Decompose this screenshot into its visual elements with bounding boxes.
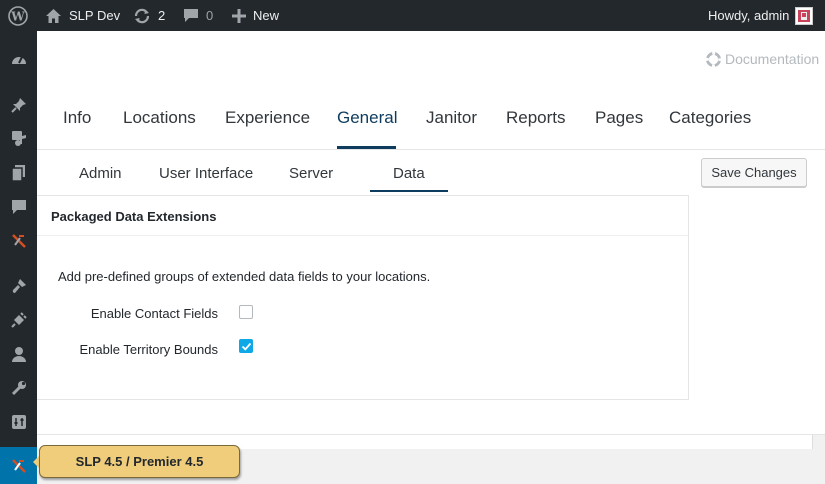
plugin-icon [10,312,27,328]
enable-contact-fields-label: Enable Contact Fields [90,306,218,321]
comments-menu-item[interactable] [0,190,37,224]
version-badge: SLP 4.5 / Premier 4.5 [39,445,240,478]
comments-count: 0 [206,8,214,23]
avatar [795,6,814,25]
section-divider [37,235,688,236]
plus-icon [232,8,246,23]
tab-janitor[interactable]: Janitor [426,108,477,128]
store-locator-current-item[interactable] [0,447,37,484]
save-changes-button[interactable]: Save Changes [701,158,807,187]
top-tabs-divider [37,149,825,150]
howdy-text: Howdy, admin [708,8,790,23]
admin-bar: W SLP Dev 2 0 New Howdy, admin [0,0,825,31]
my-account-link[interactable]: Howdy, admin [708,0,814,31]
new-content-link[interactable]: New [232,0,279,31]
users-menu-item[interactable] [0,337,37,371]
tab-reports[interactable]: Reports [506,108,566,128]
dashboard-menu-item[interactable] [0,43,37,77]
subtab-user-interface[interactable]: User Interface [159,165,253,182]
tab-categories[interactable]: Categories [669,108,751,128]
active-tab-indicator [337,146,396,149]
section-description: Add pre-defined groups of extended data … [58,269,431,284]
wrench-icon [11,381,26,396]
slp-icon [11,458,26,473]
pages-icon [10,165,25,182]
comments-link[interactable]: 0 [183,0,213,31]
svg-text:W: W [10,9,25,23]
lifebuoy-icon [706,51,721,67]
site-name: SLP Dev [69,8,121,23]
tab-general[interactable]: General [337,108,397,128]
updates-link[interactable]: 2 [133,0,165,31]
media-icon [11,131,26,146]
tab-locations[interactable]: Locations [123,108,196,128]
appearance-menu-item[interactable] [0,269,37,303]
documentation-link[interactable]: Documentation [706,51,819,67]
settings-box [37,195,689,400]
pushpin-icon [10,98,26,113]
documentation-label: Documentation [725,51,820,67]
pages-menu-item[interactable] [0,156,37,190]
comments-icon [11,200,26,214]
site-name-link[interactable]: SLP Dev [45,0,120,31]
settings-icon [11,415,26,429]
active-subtab-indicator [370,190,448,192]
subtab-admin[interactable]: Admin [79,165,122,182]
new-label: New [253,8,280,23]
updates-count: 2 [158,8,166,23]
admin-menu [0,31,37,484]
tab-info[interactable]: Info [63,108,91,128]
user-icon [11,347,26,362]
enable-territory-bounds-label: Enable Territory Bounds [79,342,218,357]
dashboard-icon [11,56,26,64]
settings-menu-item[interactable] [0,405,37,439]
media-menu-item[interactable] [0,122,37,156]
comment-icon [184,9,198,22]
enable-contact-fields-checkbox[interactable] [239,305,253,319]
wordpress-logo-icon[interactable]: W [8,0,28,31]
updates-icon [134,8,150,23]
subtab-server[interactable]: Server [289,165,333,182]
section-title: Packaged Data Extensions [51,209,217,224]
tab-experience[interactable]: Experience [225,108,310,128]
home-icon [46,8,61,23]
paintbrush-icon [12,279,26,294]
tools-menu-item[interactable] [0,371,37,405]
store-locator-menu-item[interactable] [0,224,37,258]
tab-pages[interactable]: Pages [595,108,643,128]
subtab-data[interactable]: Data [393,165,425,182]
checkmark-icon [241,342,251,351]
posts-menu-item[interactable] [0,88,37,122]
slp-icon [11,234,26,248]
plugins-menu-item[interactable] [0,303,37,337]
enable-territory-bounds-checkbox[interactable] [239,339,253,353]
